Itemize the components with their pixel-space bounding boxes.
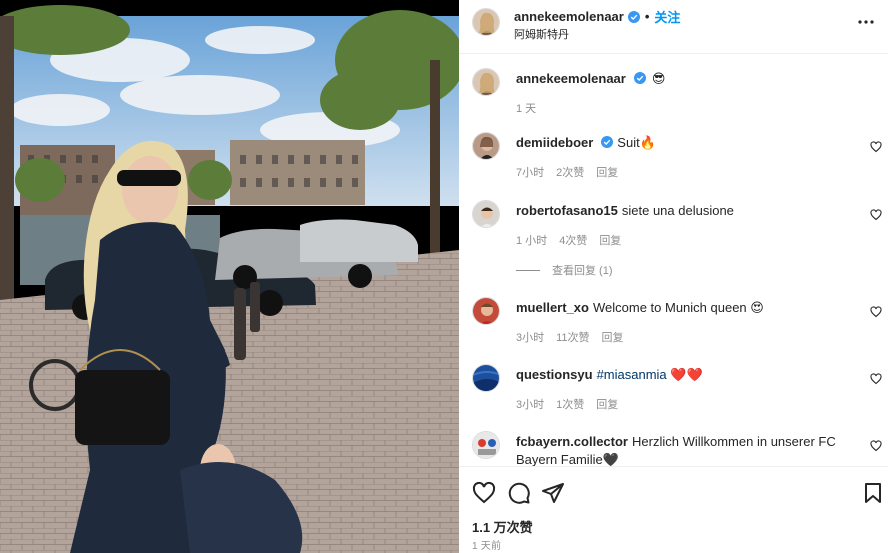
separator-dot: • [644,9,650,24]
reply-button[interactable]: 回复 [596,164,618,180]
comment-like-heart-icon[interactable] [870,440,882,452]
bookmark-icon[interactable] [861,481,885,505]
comment-username[interactable]: robertofasano15 [516,203,618,218]
likes-count[interactable]: 1.1 万次赞 [472,517,533,536]
post-time[interactable]: 1 天前 [472,537,501,552]
comment-like-heart-icon[interactable] [870,209,882,221]
comment-likes[interactable]: 4次赞 [559,232,587,248]
comment-likes[interactable]: 1次赞 [556,396,584,412]
comment-like-heart-icon[interactable] [870,373,882,385]
author-avatar[interactable] [472,8,500,36]
comment-text: Suit🔥 [617,135,656,150]
replies-divider-line [516,269,540,271]
more-horizontal-icon[interactable] [856,12,876,32]
photo-illustration [0,0,459,553]
heart-icon[interactable] [472,481,496,505]
comment-likes[interactable]: 2次赞 [556,164,584,180]
comment-username[interactable]: demiideboer [516,135,593,150]
comment-time[interactable]: 7小时 [516,164,544,180]
comment-username[interactable]: fcbayern.collector [516,434,628,449]
comments-list[interactable]: annekeemolenaar 😎 1 天 demiideboer Suit🔥 7小… [459,54,888,466]
comment-hashtag[interactable]: #miasanmia [597,367,667,382]
follow-button[interactable]: 关注 [654,7,680,26]
comment-like-heart-icon[interactable] [870,306,882,318]
commenter-avatar[interactable] [472,297,500,325]
comment-time[interactable]: 3小时 [516,329,544,345]
comment-text: ❤️❤️ [670,367,703,382]
post-header: annekeemolenaar • 关注 阿姆斯特丹 [459,0,888,54]
comment-time[interactable]: 1 小时 [516,232,547,248]
caption-username[interactable]: annekeemolenaar [516,71,626,86]
caption-text: 😎 [651,71,666,86]
commenter-avatar[interactable] [472,132,500,160]
verified-badge-icon [627,10,640,23]
commenter-avatar[interactable] [472,431,500,459]
comment-username[interactable]: questionsyu [516,367,593,382]
comment-text: siete una delusione [621,203,734,218]
commenter-avatar[interactable] [472,364,500,392]
post-location[interactable]: 阿姆斯特丹 [514,26,569,42]
author-username[interactable]: annekeemolenaar [514,9,624,24]
verified-badge-icon [601,135,614,148]
caption-time[interactable]: 1 天 [516,100,536,116]
reply-button[interactable]: 回复 [602,329,624,345]
post-photo[interactable] [0,0,459,553]
comment-icon[interactable] [507,481,531,505]
view-replies-label: 查看回复 (1) [552,265,613,277]
view-replies-button[interactable]: 查看回复 (1) [516,262,613,278]
comment-text: Welcome to Munich queen 😍 [592,300,764,315]
post-details-panel: annekeemolenaar • 关注 阿姆斯特丹 annekeemolena… [459,0,888,553]
verified-badge-icon [633,71,646,84]
comment-likes[interactable]: 11次赞 [556,329,589,345]
author-avatar[interactable] [472,68,500,96]
post-actions-bar: 1.1 万次赞 1 天前 [459,466,888,553]
send-icon[interactable] [541,481,565,505]
reply-button[interactable]: 回复 [596,396,618,412]
comment-time[interactable]: 3小时 [516,396,544,412]
comment-username[interactable]: muellert_xo [516,300,589,315]
reply-button[interactable]: 回复 [599,232,621,248]
commenter-avatar[interactable] [472,200,500,228]
comment-like-heart-icon[interactable] [870,141,882,153]
